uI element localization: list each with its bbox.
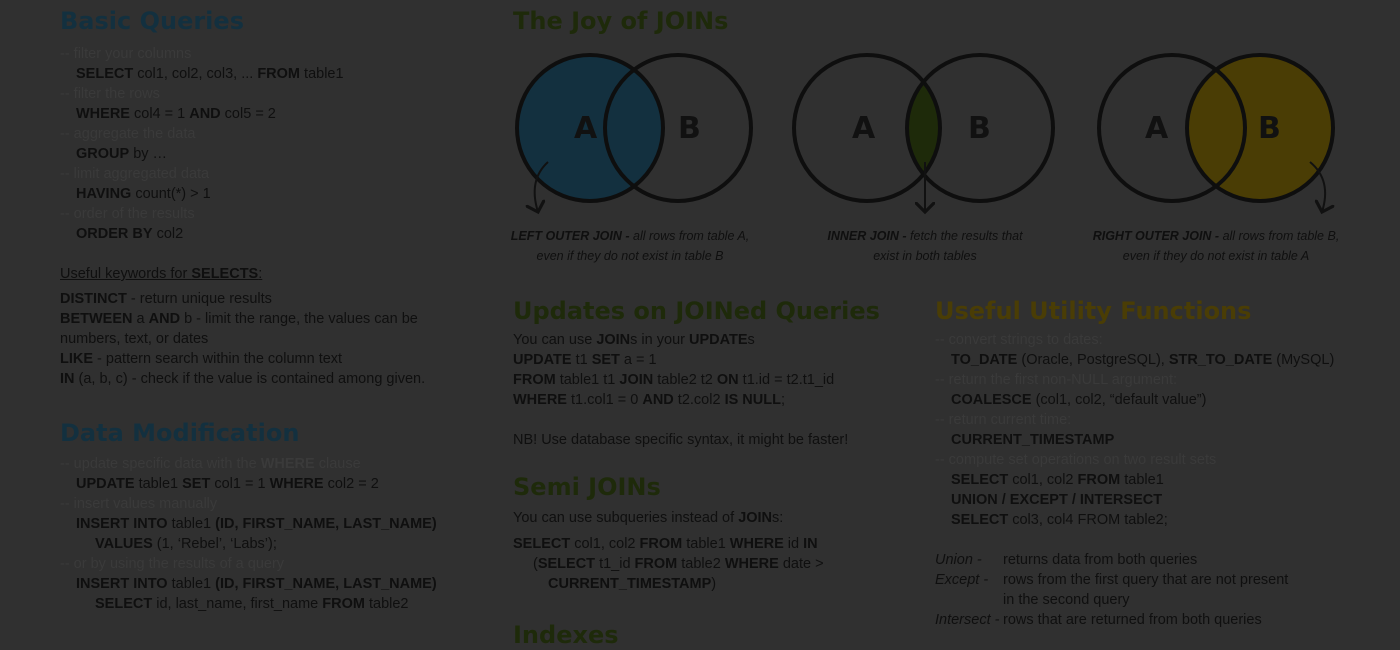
right-join-caption-line2: even if they do not exist in table A <box>1122 249 1310 263</box>
left-join-caption-text: all rows from table A, <box>629 229 750 243</box>
keyword-line: LIKE - pattern search within the column … <box>60 351 343 367</box>
utility-section: Useful Utility Functions -- convert stri… <box>935 296 1355 630</box>
utility-line: CURRENT_TIMESTAMP <box>951 432 1115 448</box>
keyword-line: BETWEEN a AND b - limit the range, the v… <box>60 311 418 327</box>
left-join-caption: LEFT OUTER JOIN - all rows from table A,… <box>495 226 765 266</box>
utility-code: -- convert strings to dates: TO_DATE (Ora… <box>935 330 1355 530</box>
utility-line: COALESCE (col1, col2, “default value”) <box>951 392 1207 408</box>
legend-description: rows from the first query that are not p… <box>1003 572 1289 588</box>
updates-line: WHERE t1.col1 = 0 AND t2.col2 IS NULL; <box>513 392 785 408</box>
legend-description: rows that are returned from both queries <box>1003 612 1262 628</box>
updates-line: FROM table1 t1 JOIN table2 t2 ON t1.id =… <box>513 372 835 388</box>
updates-code: You can use JOINs in your UPDATEs UPDATE … <box>513 330 913 410</box>
inner-join-caption: INNER JOIN - fetch the results that exis… <box>790 226 1060 266</box>
legend-term: Except - <box>935 572 989 588</box>
legend-row: Intersect - rows that are returned from b… <box>935 610 1355 630</box>
data-modification-line: -- update specific data with the WHERE c… <box>60 456 361 472</box>
utility-line: -- return the first non-NULL argument: <box>935 372 1178 388</box>
indexes-title: Indexes <box>513 621 619 649</box>
utility-line: UNION / EXCEPT / INTERSECT <box>951 492 1163 508</box>
semi-joins-line: CURRENT_TIMESTAMP) <box>548 576 717 592</box>
legend-row: Except - rows from the first query that a… <box>935 570 1355 590</box>
data-modification-section: Data Modification -- update specific dat… <box>60 418 480 614</box>
semi-joins-line: (SELECT t1_id FROM table2 WHERE date > <box>533 556 824 572</box>
right-join-caption-term: RIGHT OUTER JOIN - <box>1092 229 1220 243</box>
inner-join-caption-text: fetch the results that <box>906 229 1023 243</box>
legend-description: in the second query <box>1003 592 1130 608</box>
updates-title: Updates on JOINed Queries <box>513 297 880 325</box>
inner-join-diagram: A B <box>792 53 1055 212</box>
utility-line: SELECT col3, col4 FROM table2; <box>951 512 1168 528</box>
semi-joins-intro: You can use subqueries instead of JOINs: <box>513 510 784 526</box>
right-join-diagram: A B <box>1097 53 1335 212</box>
utility-line: -- compute set operations on two result … <box>935 452 1217 468</box>
keyword-line: IN (a, b, c) - check if the value is con… <box>60 371 426 387</box>
data-modification-line: INSERT INTO table1 (ID, FIRST_NAME, LAST… <box>76 576 437 592</box>
legend-row: Union - returns data from both queries <box>935 550 1355 570</box>
inner-join-label-b: B <box>968 111 991 146</box>
utility-line: SELECT col1, col2 FROM table1 <box>951 472 1164 488</box>
data-modification-line: VALUES (1, ‘Rebel’, ‘Labs’); <box>95 536 277 552</box>
updates-section: Updates on JOINed Queries You can use JO… <box>513 296 913 450</box>
set-operations-legend: Union - returns data from both queries Exc… <box>935 550 1355 630</box>
left-join-label-b: B <box>678 111 701 146</box>
data-modification-code: -- update specific data with the WHERE c… <box>60 454 480 614</box>
left-join-label-a: A <box>574 111 598 146</box>
right-join-label-a: A <box>1145 111 1169 146</box>
left-join-caption-term: LEFT OUTER JOIN - <box>510 229 630 243</box>
right-join-label-b: B <box>1258 111 1281 146</box>
legend-term: Union - <box>935 552 982 568</box>
inner-join-caption-term: INNER JOIN - <box>827 229 907 243</box>
data-modification-title: Data Modification <box>60 419 300 447</box>
data-modification-line: INSERT INTO table1 (ID, FIRST_NAME, LAST… <box>76 516 437 532</box>
inner-join-label-a: A <box>852 111 876 146</box>
right-join-caption-text: all rows from table B, <box>1219 229 1340 243</box>
legend-term <box>935 590 1003 610</box>
semi-joins-code: SELECT col1, col2 FROM table1 WHERE id I… <box>513 534 913 594</box>
data-modification-line: UPDATE table1 SET col1 = 1 WHERE col2 = … <box>76 476 379 492</box>
updates-line: UPDATE t1 SET a = 1 <box>513 352 657 368</box>
data-modification-line: SELECT id, last_name, first_name FROM ta… <box>95 596 409 612</box>
updates-line: You can use JOINs in your UPDATEs <box>513 332 755 348</box>
legend-term: Intersect - <box>935 612 1000 628</box>
semi-joins-title: Semi JOINs <box>513 473 661 501</box>
legend-description: returns data from both queries <box>1003 552 1198 568</box>
data-modification-line: -- or by using the results of a query <box>60 556 285 572</box>
left-join-diagram: A B <box>515 53 753 212</box>
keywords-list: DISTINCT - return unique results BETWEEN … <box>60 289 480 389</box>
keyword-line: numbers, text, or dates <box>60 331 209 347</box>
utility-title: Useful Utility Functions <box>935 297 1252 325</box>
utility-line: -- convert strings to dates: <box>935 332 1103 348</box>
updates-note: NB! Use database specific syntax, it mig… <box>513 432 849 448</box>
legend-row: in the second query <box>935 590 1355 610</box>
right-join-caption: RIGHT OUTER JOIN - all rows from table B… <box>1081 226 1351 266</box>
utility-line: TO_DATE (Oracle, PostgreSQL), STR_TO_DAT… <box>951 352 1335 368</box>
inner-join-caption-line2: exist in both tables <box>873 249 977 263</box>
semi-joins-line: SELECT col1, col2 FROM table1 WHERE id I… <box>513 536 818 552</box>
data-modification-line: -- insert values manually <box>60 496 218 512</box>
utility-line: -- return current time: <box>935 412 1072 428</box>
semi-joins-section: Semi JOINs You can use subqueries instea… <box>513 472 913 594</box>
left-join-caption-line2: even if they do not exist in table B <box>536 249 724 263</box>
indexes-section: Indexes <box>513 620 813 650</box>
